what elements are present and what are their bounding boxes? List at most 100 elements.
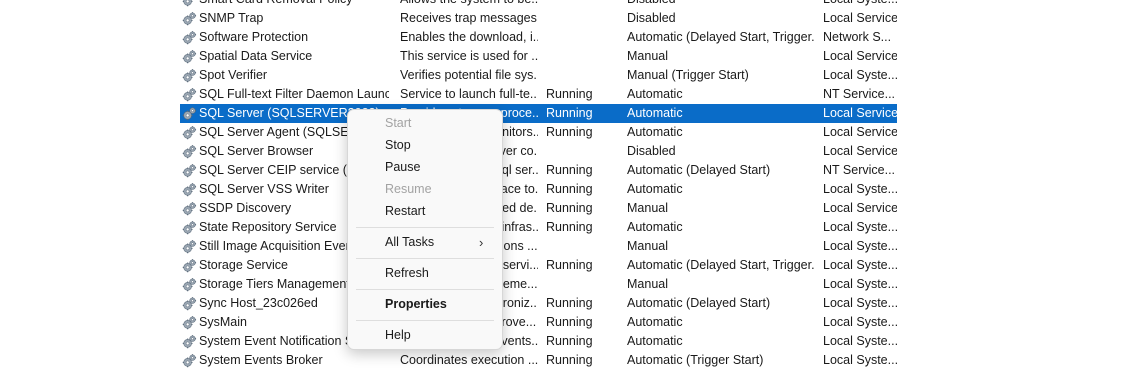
menu-resume-label: Resume	[385, 182, 432, 196]
service-status: Running	[546, 182, 593, 196]
service-log-on-as: Local Service	[823, 11, 897, 25]
menu-pause-label: Pause	[385, 160, 421, 174]
menu-start-label: Start	[385, 116, 412, 130]
service-name: Spot Verifier	[199, 68, 268, 82]
menu-pause[interactable]: Pause	[348, 157, 502, 178]
service-log-on-as: Local Syste...	[823, 277, 897, 291]
service-gear-icon	[182, 163, 197, 178]
service-row[interactable]: Still Image Acquisition EventsLaunches a…	[180, 237, 897, 256]
service-gear-icon	[182, 125, 197, 140]
service-row[interactable]: System Events Broker Coordinates executio…	[180, 351, 897, 370]
service-row[interactable]: SQL Server Agent (SQLSERVER2022)Executes…	[180, 123, 897, 142]
service-row[interactable]: SNMP Trap Receives trap messages... Disabl…	[180, 9, 897, 28]
service-row[interactable]: Storage ServiceProvides enabling servi..…	[180, 256, 897, 275]
service-row[interactable]: SQL Full-text Filter Daemon Launc... Serv…	[180, 85, 897, 104]
service-status: Running	[546, 201, 593, 215]
menu-separator	[356, 289, 494, 290]
service-gear-icon	[182, 220, 197, 235]
service-row[interactable]: SQL Server BrowserProvides SQL Server co…	[180, 142, 897, 161]
menu-restart-label: Restart	[385, 204, 426, 218]
context-menu: Start Stop Pause Resume Restart All Task…	[347, 109, 503, 350]
service-gear-icon	[182, 315, 197, 330]
service-row[interactable]: SQL Server CEIP service (SQLSERVER2022)C…	[180, 161, 897, 180]
service-status: Running	[546, 87, 593, 101]
service-startup-type: Manual	[627, 239, 668, 253]
menu-properties-label: Properties	[385, 297, 447, 311]
service-startup-type: Automatic	[627, 87, 683, 101]
service-name: Spatial Data Service	[199, 49, 313, 63]
menu-all-tasks-label: All Tasks	[385, 235, 435, 249]
service-gear-icon	[182, 49, 197, 64]
service-row[interactable]: SQL Server VSS WriterProvides the interf…	[180, 180, 897, 199]
service-gear-icon	[182, 87, 197, 102]
menu-separator	[356, 258, 494, 259]
service-description: Receives trap messages...	[400, 11, 538, 25]
menu-resume: Resume	[348, 179, 502, 200]
menu-stop[interactable]: Stop	[348, 135, 502, 156]
menu-restart[interactable]: Restart	[348, 201, 502, 222]
menu-stop-label: Stop	[385, 138, 411, 152]
service-status: Running	[546, 106, 593, 120]
service-name: Smart Card Removal Policy	[199, 0, 389, 9]
service-startup-type: Disabled	[627, 144, 676, 158]
service-startup-type: Manual	[627, 49, 668, 63]
menu-refresh[interactable]: Refresh	[348, 263, 502, 284]
service-row[interactable]: SysMainMaintains and improve...RunningAu…	[180, 313, 897, 332]
service-log-on-as: NT Service...	[823, 87, 896, 101]
service-startup-type: Manual	[627, 201, 668, 215]
service-log-on-as: Local Syste...	[823, 296, 897, 310]
service-row[interactable]: System Event Notification ServiceMonitor…	[180, 332, 897, 351]
service-description: Allows the system to be...	[400, 0, 538, 9]
service-row[interactable]: Software Protection Enables the download,…	[180, 28, 897, 47]
service-gear-icon	[182, 201, 197, 216]
menu-separator	[356, 320, 494, 321]
menu-help[interactable]: Help	[348, 325, 502, 346]
service-row[interactable]: Spatial Data Service This service is used…	[180, 47, 897, 66]
service-gear-icon	[182, 296, 197, 311]
service-startup-type: Manual (Trigger Start)	[627, 68, 749, 82]
service-startup-type: Automatic	[627, 106, 683, 120]
service-row[interactable]: Smart Card Removal Policy Allows the syst…	[180, 0, 897, 9]
service-name: System Events Broker	[199, 353, 323, 367]
service-status: Running	[546, 334, 593, 348]
service-row[interactable]: SSDP DiscoveryDiscovers networked de...R…	[180, 199, 897, 218]
menu-all-tasks[interactable]: All Tasks ›	[348, 232, 502, 253]
service-log-on-as: NT Service...	[823, 163, 896, 177]
service-status: Running	[546, 220, 593, 234]
service-status: Running	[546, 353, 593, 367]
service-log-on-as: Local Syste...	[823, 334, 897, 348]
service-startup-type: Automatic	[627, 182, 683, 196]
service-row[interactable]: State Repository ServiceProvides require…	[180, 218, 897, 237]
menu-separator	[356, 227, 494, 228]
service-gear-icon	[182, 182, 197, 197]
service-gear-icon	[182, 106, 197, 121]
service-startup-type: Automatic (Delayed Start, Trigger...	[627, 30, 815, 44]
service-gear-icon	[182, 277, 197, 292]
service-row[interactable]: Spot Verifier Verifies potential file sys…	[180, 66, 897, 85]
services-list: Smart Card Removal Policy Allows the syst…	[0, 0, 1142, 368]
menu-help-label: Help	[385, 328, 411, 342]
service-gear-icon	[182, 353, 197, 368]
service-description: This service is used for ...	[400, 49, 538, 63]
service-gear-icon	[182, 144, 197, 159]
service-row[interactable]: Sync Host_23c026edThis service synchroni…	[180, 294, 897, 313]
menu-start: Start	[348, 113, 502, 134]
service-row[interactable]: Storage Tiers ManagementOptimizes the pl…	[180, 275, 897, 294]
service-log-on-as: Local Service	[823, 125, 897, 139]
service-status: Running	[546, 163, 593, 177]
service-name: Software Protection	[199, 30, 309, 44]
service-startup-type: Automatic	[627, 315, 683, 329]
menu-properties[interactable]: Properties	[348, 294, 502, 315]
service-log-on-as: Local Syste...	[823, 258, 897, 272]
service-log-on-as: Local Syste...	[823, 0, 897, 9]
service-gear-icon	[182, 68, 197, 83]
service-status: Running	[546, 315, 593, 329]
service-log-on-as: Network S...	[823, 30, 892, 44]
service-description: Enables the download, i...	[400, 30, 538, 44]
service-row[interactable]: SQL Server (SQLSERVER2022)Provides stora…	[180, 104, 897, 123]
service-description: Coordinates execution ...	[400, 353, 538, 367]
service-log-on-as: Local Syste...	[823, 68, 897, 82]
service-log-on-as: Local Syste...	[823, 315, 897, 329]
service-startup-type: Manual	[627, 277, 668, 291]
service-log-on-as: Local Service	[823, 49, 897, 63]
